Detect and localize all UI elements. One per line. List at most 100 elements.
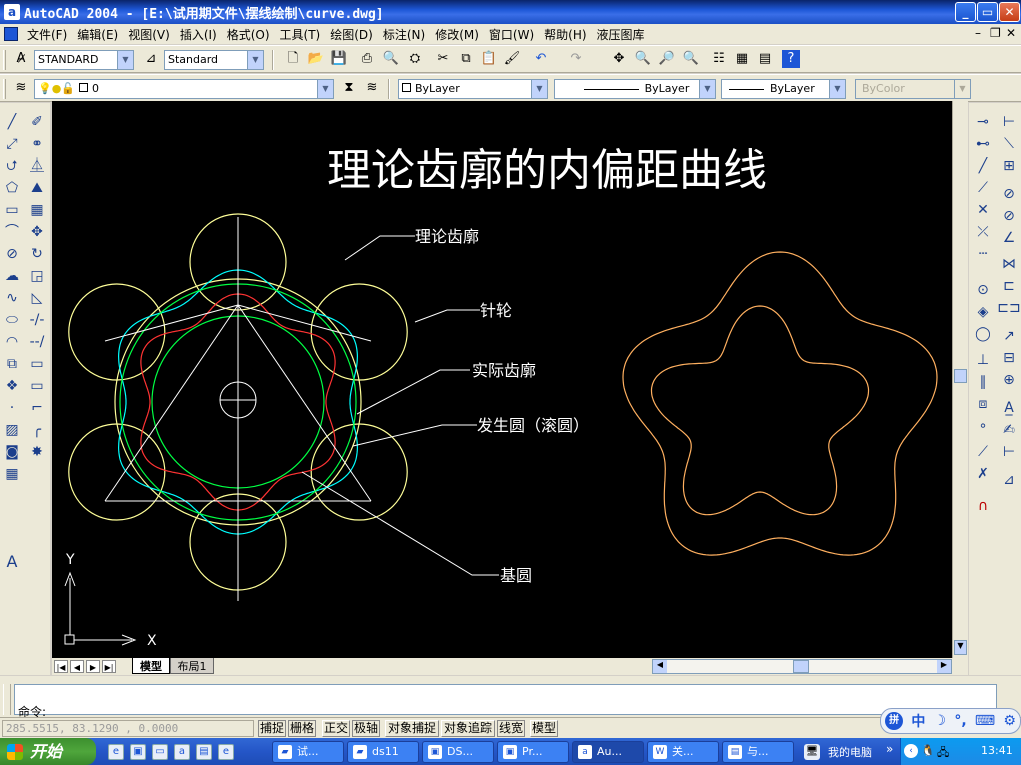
quick-leader-icon[interactable]: ↗ bbox=[997, 325, 1021, 347]
snap-quadrant-icon[interactable]: ◈ bbox=[971, 301, 995, 323]
task-folder-1[interactable]: ▰ 试... bbox=[272, 741, 344, 763]
quick-dimension-icon[interactable]: ⋈ bbox=[997, 253, 1021, 275]
horizontal-scrollbar[interactable]: ◀ ▶ bbox=[652, 659, 952, 674]
fillet-icon[interactable]: ╭ bbox=[25, 419, 49, 441]
copy-icon[interactable]: ⧉ bbox=[455, 48, 477, 70]
new-file-icon[interactable]: 🗋 bbox=[282, 48, 304, 70]
dimension-update-icon[interactable]: ⊢ bbox=[997, 441, 1021, 463]
join-icon[interactable]: ▭ bbox=[25, 375, 49, 397]
scroll-left-button[interactable]: ◀ bbox=[653, 660, 667, 673]
paste-icon[interactable]: 📋 bbox=[478, 48, 500, 70]
coordinate-display[interactable]: 285.5515, 83.1290 , 0.0000 bbox=[2, 720, 254, 737]
lineweight-control-select[interactable]: ByLayer ▼ bbox=[721, 79, 846, 99]
scroll-down-button[interactable]: ▼ bbox=[954, 640, 967, 655]
chevron-down-icon[interactable]: ▼ bbox=[317, 80, 333, 98]
continue-dimension-icon[interactable]: ⊏⊐ bbox=[997, 297, 1021, 319]
vertical-scrollbar[interactable]: ▼ bbox=[952, 101, 968, 658]
spline-icon[interactable]: ∿ bbox=[0, 287, 24, 309]
match-properties-icon[interactable]: 🖌 bbox=[501, 48, 523, 70]
task-yu[interactable]: ▤ 与... bbox=[722, 741, 794, 763]
chevron-down-icon[interactable]: ▼ bbox=[829, 80, 845, 98]
revision-cloud-icon[interactable]: ☁ bbox=[0, 265, 24, 287]
chevron-down-icon[interactable]: ▼ bbox=[247, 51, 263, 69]
task-folder-ds11[interactable]: ▰ ds11 bbox=[347, 741, 419, 763]
ime-mode-chinese[interactable]: 中 bbox=[911, 711, 925, 731]
scroll-right-button[interactable]: ▶ bbox=[937, 660, 951, 673]
angular-dimension-icon[interactable]: ∠ bbox=[997, 227, 1021, 249]
extend-icon[interactable]: --/ bbox=[25, 331, 49, 353]
maximize-button[interactable]: ▭ bbox=[977, 2, 998, 22]
baseline-dimension-icon[interactable]: ⊏ bbox=[997, 275, 1021, 297]
table-icon[interactable]: ▦ bbox=[0, 463, 24, 485]
snap-extension-icon[interactable]: ┄ bbox=[971, 243, 995, 265]
toggle-polar[interactable]: 极轴 bbox=[352, 720, 380, 737]
stretch-icon[interactable]: ◺ bbox=[25, 287, 49, 309]
break-icon[interactable]: ▭ bbox=[25, 353, 49, 375]
document-icon[interactable] bbox=[4, 27, 18, 41]
tab-model[interactable]: 模型 bbox=[132, 658, 170, 674]
tolerance-icon[interactable]: ⊟ bbox=[997, 347, 1021, 369]
chevron-down-icon[interactable]: ▼ bbox=[699, 80, 715, 98]
toolbar-expand-icon[interactable]: » bbox=[886, 742, 893, 756]
temporary-track-icon[interactable]: ⊸ bbox=[971, 111, 995, 133]
toggle-model[interactable]: 模型 bbox=[530, 720, 558, 737]
quicklaunch-desktop-icon[interactable]: ▭ bbox=[152, 744, 168, 760]
menu-window[interactable]: 窗口(W) bbox=[484, 26, 539, 43]
help-icon[interactable]: ? bbox=[782, 50, 800, 68]
snap-from-icon[interactable]: ⊷ bbox=[971, 133, 995, 155]
quicklaunch-browser-icon[interactable]: e bbox=[218, 744, 234, 760]
task-ds[interactable]: ▣ DS... bbox=[422, 741, 494, 763]
dimension-style-icon[interactable]: ⊿ bbox=[997, 469, 1021, 491]
polygon-icon[interactable]: ⬠ bbox=[0, 177, 24, 199]
aligned-dimension-icon[interactable]: ⟍ bbox=[997, 133, 1021, 155]
array-icon[interactable]: ▦ bbox=[25, 199, 49, 221]
snap-insert-icon[interactable]: ⧈ bbox=[971, 393, 995, 415]
osnap-settings-icon[interactable]: ∩ bbox=[971, 495, 995, 517]
menu-edit[interactable]: 编辑(E) bbox=[72, 26, 123, 43]
point-icon[interactable]: · bbox=[0, 397, 24, 419]
snap-endpoint-icon[interactable]: ╱ bbox=[971, 155, 995, 177]
tray-qq-icon[interactable]: 🐧 bbox=[921, 744, 935, 758]
snap-nearest-icon[interactable]: ⟋ bbox=[971, 441, 995, 463]
publish-icon[interactable]: ⛭ bbox=[404, 48, 426, 70]
text-style-icon[interactable]: A̷ bbox=[10, 48, 32, 70]
trim-icon[interactable]: -/- bbox=[25, 309, 49, 331]
tab-prev-button[interactable]: ◀ bbox=[70, 660, 84, 673]
quicklaunch-autocad-icon[interactable]: a bbox=[174, 744, 190, 760]
dim-style-icon[interactable]: ⊿ bbox=[140, 48, 162, 70]
snap-tangent-icon[interactable]: ◯ bbox=[971, 323, 995, 345]
my-computer-label[interactable]: 我的电脑 bbox=[828, 744, 872, 760]
linetype-control-select[interactable]: ByLayer ▼ bbox=[554, 79, 716, 99]
ime-settings-icon[interactable]: ⚙ bbox=[1003, 713, 1016, 729]
region-icon[interactable]: ◙ bbox=[0, 441, 24, 463]
ellipse-arc-icon[interactable]: ◠ bbox=[0, 331, 24, 353]
minimize-button[interactable]: _ bbox=[955, 2, 976, 22]
dimension-text-edit-icon[interactable]: ✍ bbox=[997, 419, 1021, 441]
pan-icon[interactable]: ✥ bbox=[608, 48, 630, 70]
hatch-icon[interactable]: ▨ bbox=[0, 419, 24, 441]
properties-icon[interactable]: ☷ bbox=[708, 48, 730, 70]
menu-hydraulic-library[interactable]: 液压图库 bbox=[592, 26, 650, 43]
toggle-ortho[interactable]: 正交 bbox=[322, 720, 350, 737]
toggle-object-tracking[interactable]: 对象追踪 bbox=[441, 720, 495, 737]
doc-minimize-button[interactable]: – bbox=[975, 26, 981, 40]
start-button[interactable]: 开始 bbox=[0, 738, 96, 765]
rectangle-icon[interactable]: ▭ bbox=[0, 199, 24, 221]
title-bar[interactable]: a AutoCAD 2004 - [E:\试用期文件\摆线绘制\curve.dw… bbox=[0, 0, 1021, 24]
multiline-text-icon[interactable]: A bbox=[0, 551, 24, 573]
menu-file[interactable]: 文件(F) bbox=[22, 26, 72, 43]
offset-icon[interactable]: ⛰ bbox=[25, 177, 49, 199]
clock[interactable]: 13:41 bbox=[981, 744, 1013, 757]
chevron-down-icon[interactable]: ▼ bbox=[531, 80, 547, 98]
task-guan[interactable]: W 关... bbox=[647, 741, 719, 763]
snap-intersection-icon[interactable]: ✕ bbox=[971, 199, 995, 221]
ime-halfwidth-icon[interactable]: ☽ bbox=[934, 713, 947, 729]
toggle-snap[interactable]: 捕捉 bbox=[258, 720, 286, 737]
diameter-dimension-icon[interactable]: ⊘ bbox=[997, 205, 1021, 227]
line-icon[interactable]: ╱ bbox=[0, 111, 24, 133]
zoom-realtime-icon[interactable]: 🔍 bbox=[632, 48, 654, 70]
menu-insert[interactable]: 插入(I) bbox=[175, 26, 222, 43]
doc-close-button[interactable]: ✕ bbox=[1006, 26, 1016, 40]
snap-center-icon[interactable]: ⊙ bbox=[971, 279, 995, 301]
ime-toolbar[interactable]: 拼 中 ☽ °, ⌨ ⚙ bbox=[880, 708, 1021, 734]
